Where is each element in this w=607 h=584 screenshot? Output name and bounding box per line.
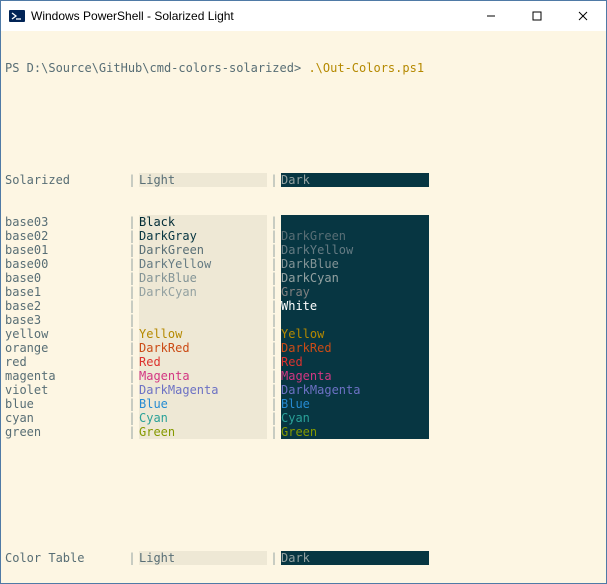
close-button[interactable] — [560, 1, 606, 31]
table-row: blue|Blue|Blue — [5, 397, 602, 411]
table-row: base3|| — [5, 313, 602, 327]
minimize-button[interactable] — [468, 1, 514, 31]
row-name: base00 — [5, 257, 125, 271]
terminal-content[interactable]: PS D:\Source\GitHub\cmd-colors-solarized… — [1, 31, 606, 583]
row-dark — [281, 313, 429, 327]
table2-header: Color Table|Light|Dark — [5, 551, 602, 565]
row-dark: Blue — [281, 397, 429, 411]
row-name: base03 — [5, 215, 125, 229]
row-light: DarkBlue — [139, 271, 267, 285]
row-name: base0 — [5, 271, 125, 285]
row-dark: DarkMagenta — [281, 383, 429, 397]
row-name: yellow — [5, 327, 125, 341]
row-dark: Yellow — [281, 327, 429, 341]
table-row: base01|DarkGreen|DarkYellow — [5, 243, 602, 257]
row-name: base2 — [5, 299, 125, 313]
row-name: cyan — [5, 411, 125, 425]
row-light: Cyan — [139, 411, 267, 425]
row-dark: DarkCyan — [281, 271, 429, 285]
solarized-table: base03|Black|base02|DarkGray|DarkGreenba… — [5, 215, 602, 439]
row-dark: DarkRed — [281, 341, 429, 355]
row-dark: Red — [281, 355, 429, 369]
row-name: violet — [5, 383, 125, 397]
row-name: blue — [5, 397, 125, 411]
col-solarized: Solarized — [5, 173, 125, 187]
row-dark: DarkGreen — [281, 229, 429, 243]
row-dark — [281, 215, 429, 229]
row-light: Green — [139, 425, 267, 439]
row-name: green — [5, 425, 125, 439]
row-light: DarkGray — [139, 229, 267, 243]
row-dark: Magenta — [281, 369, 429, 383]
row-light — [139, 313, 267, 327]
row-name: orange — [5, 341, 125, 355]
col-color-table: Color Table — [5, 551, 125, 565]
row-light: DarkMagenta — [139, 383, 267, 397]
table-row: base0|DarkBlue|DarkCyan — [5, 271, 602, 285]
table-row: red|Red|Red — [5, 355, 602, 369]
row-dark: DarkBlue — [281, 257, 429, 271]
table-row: orange|DarkRed|DarkRed — [5, 341, 602, 355]
row-name: base01 — [5, 243, 125, 257]
table-row: base03|Black| — [5, 215, 602, 229]
prompt-line-1: PS D:\Source\GitHub\cmd-colors-solarized… — [5, 61, 602, 75]
row-dark: DarkYellow — [281, 243, 429, 257]
table-row: base02|DarkGray|DarkGreen — [5, 229, 602, 243]
row-dark: Gray — [281, 285, 429, 299]
powershell-window: Windows PowerShell - Solarized Light PS … — [0, 0, 607, 584]
row-light: Yellow — [139, 327, 267, 341]
table-row: base1|DarkCyan|Gray — [5, 285, 602, 299]
table-row: violet|DarkMagenta|DarkMagenta — [5, 383, 602, 397]
row-dark: White — [281, 299, 429, 313]
row-light: DarkYellow — [139, 257, 267, 271]
titlebar[interactable]: Windows PowerShell - Solarized Light — [1, 1, 606, 31]
row-name: base1 — [5, 285, 125, 299]
table-row: green|Green|Green — [5, 425, 602, 439]
row-name: base02 — [5, 229, 125, 243]
window-controls — [468, 1, 606, 31]
table-row: magenta|Magenta|Magenta — [5, 369, 602, 383]
row-light: Blue — [139, 397, 267, 411]
maximize-button[interactable] — [514, 1, 560, 31]
table-row: yellow|Yellow|Yellow — [5, 327, 602, 341]
row-name: red — [5, 355, 125, 369]
row-light: Gray — [139, 299, 267, 313]
table-row: base00|DarkYellow|DarkBlue — [5, 257, 602, 271]
table-row: base2|Gray|White — [5, 299, 602, 313]
col-light: Light — [139, 173, 267, 187]
table-row: cyan|Cyan|Cyan — [5, 411, 602, 425]
command-1: .\Out-Colors.ps1 — [308, 61, 424, 75]
row-dark: Cyan — [281, 411, 429, 425]
row-light: Magenta — [139, 369, 267, 383]
row-name: base3 — [5, 313, 125, 327]
table1-header: Solarized|Light|Dark — [5, 173, 602, 187]
prompt-path: PS D:\Source\GitHub\cmd-colors-solarized… — [5, 61, 301, 75]
row-light: DarkGreen — [139, 243, 267, 257]
row-light: Red — [139, 355, 267, 369]
powershell-icon — [9, 8, 25, 24]
row-name: magenta — [5, 369, 125, 383]
col-dark: Dark — [281, 173, 429, 187]
window-title: Windows PowerShell - Solarized Light — [31, 9, 234, 23]
row-light: Black — [139, 215, 267, 229]
row-light: DarkRed — [139, 341, 267, 355]
row-light: DarkCyan — [139, 285, 267, 299]
row-dark: Green — [281, 425, 429, 439]
